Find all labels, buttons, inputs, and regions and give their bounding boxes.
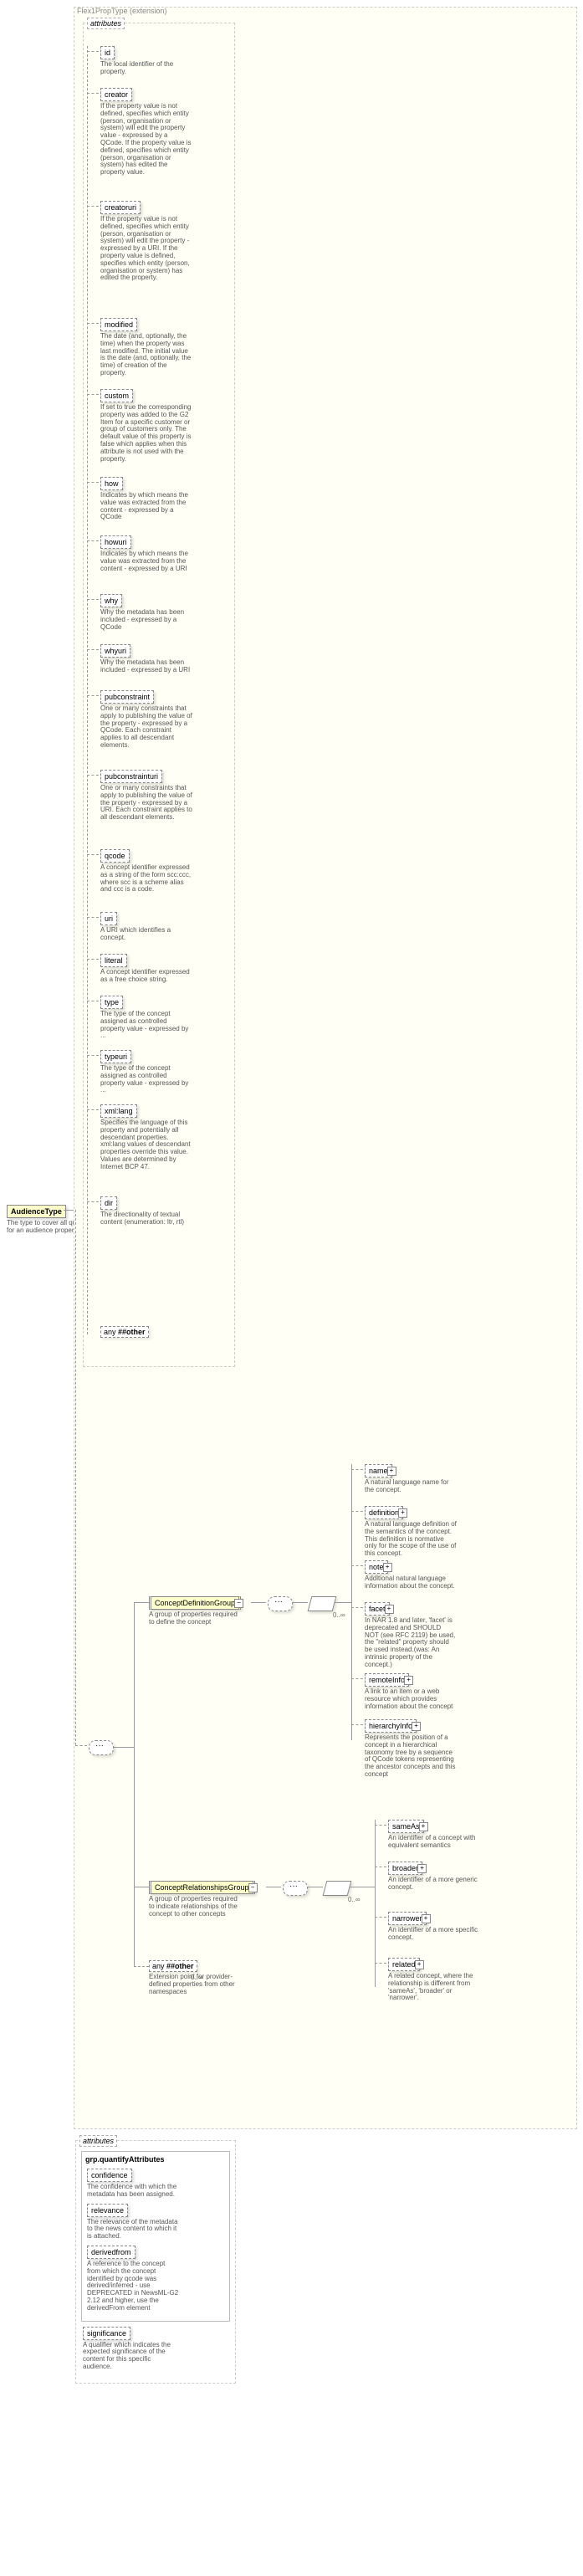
- expand-icon[interactable]: +: [387, 1467, 396, 1476]
- quantify-group-box: grp.quantifyAttributes confidenceThe con…: [81, 2151, 230, 2322]
- attr-literal: literal: [100, 954, 127, 967]
- elem-definition: definition+: [365, 1506, 403, 1519]
- elem-remoteInfo: remoteInfo+: [365, 1673, 409, 1687]
- concept-definition-group: ConceptDefinitionGroup−: [149, 1596, 241, 1610]
- expand-icon[interactable]: +: [398, 1508, 407, 1518]
- attr-qcode: qcode: [100, 849, 130, 863]
- attr-type: type: [100, 996, 123, 1009]
- elem-related: related+: [388, 1958, 420, 1971]
- crg-desc: A group of properties required to indica…: [149, 1896, 241, 1918]
- expand-icon[interactable]: −: [248, 1883, 258, 1892]
- attr-pubconstraint: pubconstraint: [100, 690, 154, 704]
- expand-icon[interactable]: +: [404, 1676, 413, 1685]
- attr-modified: modified: [100, 318, 137, 331]
- quant-attributes-label: attributes: [79, 2135, 117, 2147]
- expand-icon[interactable]: +: [412, 1722, 421, 1731]
- elem-narrower: narrower+: [388, 1912, 427, 1925]
- attr-pubconstrainturi: pubconstrainturi: [100, 770, 162, 783]
- any-attr-box: any ##other: [100, 1326, 149, 1338]
- attr-creator: creator: [100, 88, 132, 101]
- attr-relevance: relevance: [87, 2204, 128, 2217]
- elem-broader: broader+: [388, 1862, 422, 1875]
- attr-xml:lang: xml:lang: [100, 1104, 137, 1118]
- quant-attributes-container: attributes grp.quantifyAttributes confid…: [75, 2140, 236, 2384]
- elem-facet: facet+: [365, 1602, 390, 1616]
- audiencetype-box: AudienceType: [7, 1205, 66, 1218]
- elem-note: note+: [365, 1560, 388, 1574]
- attr-howuri: howuri: [100, 535, 131, 549]
- expand-icon[interactable]: +: [419, 1822, 428, 1831]
- expand-icon[interactable]: −: [234, 1599, 243, 1608]
- attr-dir: dir: [100, 1196, 117, 1210]
- expand-icon[interactable]: +: [385, 1605, 394, 1614]
- extension-label: Flex1PropType (extension): [77, 7, 167, 15]
- cdg-choice: [308, 1596, 337, 1611]
- any-elem-box: any ##other: [149, 1960, 197, 1972]
- attr-whyuri: whyuri: [100, 644, 130, 658]
- expand-icon[interactable]: +: [383, 1563, 392, 1572]
- crg-choice: [323, 1881, 352, 1896]
- crg-seq: [283, 1881, 308, 1896]
- attr-how: how: [100, 477, 123, 490]
- expand-icon[interactable]: +: [415, 1960, 424, 1969]
- attr-uri: uri: [100, 912, 117, 925]
- significance-attr: significance: [83, 2327, 130, 2340]
- attr-confidence: confidence: [87, 2169, 132, 2182]
- attr-why: why: [100, 594, 122, 607]
- elem-hierarchyInfo: hierarchyInfo+: [365, 1719, 417, 1733]
- concept-relationships-group: ConceptRelationshipsGroup−: [149, 1881, 255, 1894]
- attr-custom: custom: [100, 389, 133, 402]
- attr-creatoruri: creatoruri: [100, 201, 141, 214]
- expand-icon[interactable]: +: [417, 1864, 427, 1873]
- attr-typeuri: typeuri: [100, 1050, 131, 1063]
- main-sequence: [89, 1740, 114, 1755]
- attributes-label: attributes: [87, 18, 125, 29]
- expand-icon[interactable]: +: [422, 1914, 431, 1923]
- audiencetype-label: AudienceType: [11, 1207, 62, 1216]
- cdg-seq: [268, 1596, 293, 1611]
- attr-id: id: [100, 46, 115, 59]
- cdg-desc: A group of properties required to define…: [149, 1611, 241, 1626]
- elem-name: name+: [365, 1464, 392, 1477]
- attr-derivedfrom: derivedfrom: [87, 2246, 136, 2259]
- elem-sameAs: sameAs+: [388, 1820, 424, 1833]
